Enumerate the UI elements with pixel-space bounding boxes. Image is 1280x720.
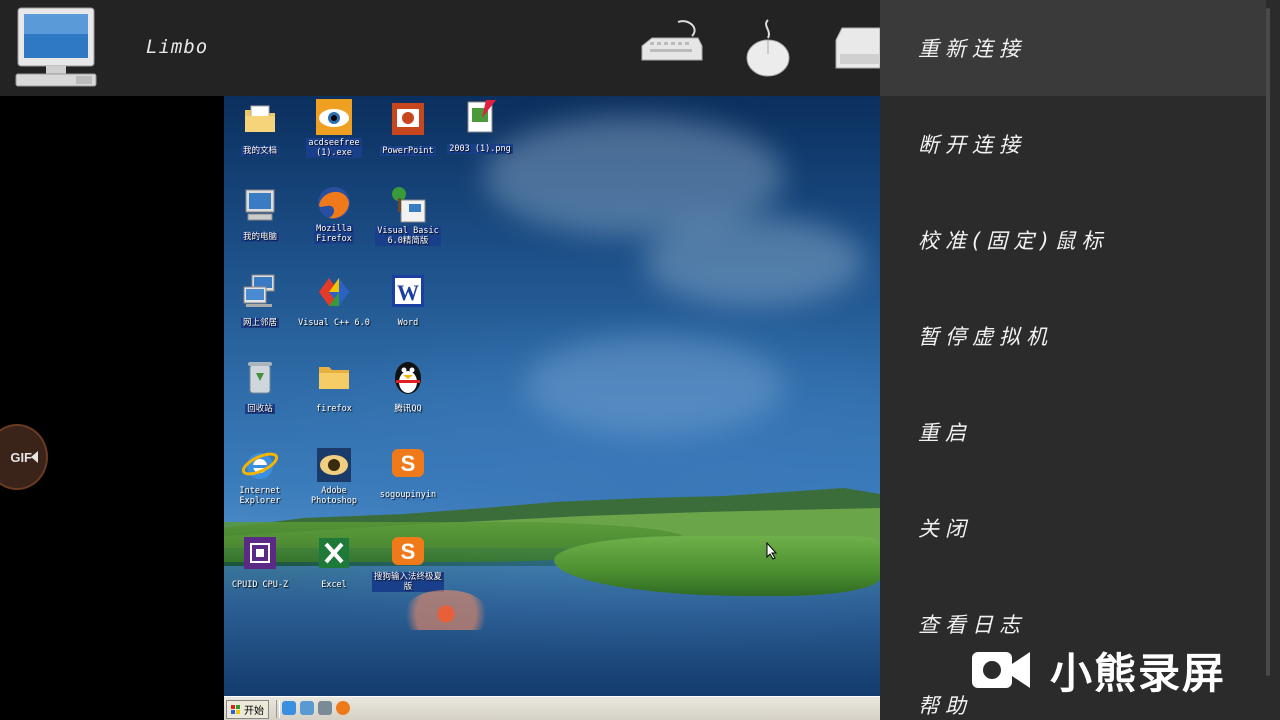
context-menu: 重新连接 断开连接 校准(固定)鼠标 暂停虚拟机 重启 关闭 查看日志 帮助	[880, 0, 1280, 720]
svg-text:S: S	[401, 451, 416, 476]
mouse-icon[interactable]	[742, 18, 794, 80]
desktop-icon-sogoupinyin[interactable]: S sogoupinyin	[370, 444, 446, 501]
gif-record-button[interactable]: GIF	[0, 424, 48, 490]
desktop-icon-network-places[interactable]: 网上邻居	[224, 272, 298, 329]
desktop-icon-visual-basic[interactable]: Visual Basic 6.0精简版	[370, 186, 446, 247]
desktop-icon-word[interactable]: W Word	[370, 272, 446, 329]
desktop-icon-my-computer[interactable]: 我的电脑	[224, 186, 298, 243]
desktop-icon-powerpoint[interactable]: PowerPoint	[370, 100, 446, 157]
image-file-icon	[467, 100, 496, 133]
camera-icon	[31, 451, 38, 463]
folder-icon	[245, 105, 275, 132]
menu-item-calibrate-mouse[interactable]: 校准(固定)鼠标	[880, 192, 1266, 288]
quicklaunch-ie-icon[interactable]	[282, 701, 296, 715]
app-title: Limbo	[146, 36, 209, 58]
desktop-icon-cpu-z[interactable]: CPUID CPU-Z	[224, 534, 298, 591]
quicklaunch-firefox-icon[interactable]	[336, 701, 350, 715]
desktop-icon-tencent-qq[interactable]: 腾讯QQ	[370, 358, 446, 415]
network-icon	[243, 274, 275, 307]
desktop-icon-png-file[interactable]: 2003 (1).png	[442, 98, 518, 155]
photoshop-eye-icon	[317, 448, 351, 482]
desktop-icon-recycle-bin[interactable]: 回收站	[224, 358, 298, 415]
start-label: 开始	[244, 706, 264, 717]
menu-item-pause-vm[interactable]: 暂停虚拟机	[880, 288, 1266, 384]
excel-icon	[319, 538, 349, 568]
computer-icon	[245, 189, 275, 221]
desktop-icon-firefox-folder[interactable]: firefox	[296, 358, 372, 415]
menu-scrollbar[interactable]	[1266, 8, 1270, 676]
menu-item-disconnect[interactable]: 断开连接	[880, 96, 1266, 192]
gif-label: GIF	[10, 449, 32, 465]
powerpoint-icon	[392, 103, 424, 135]
svg-text:W: W	[397, 280, 419, 305]
windows-logo-icon	[231, 704, 240, 714]
sogou-icon: S	[392, 537, 424, 565]
word-icon: W	[392, 275, 424, 307]
mouse-cursor-icon	[766, 542, 778, 560]
quicklaunch-desktop-icon[interactable]	[318, 701, 332, 715]
desktop-icon-acdsee[interactable]: acdseefree (1).exe	[296, 98, 372, 159]
menu-item-shutdown[interactable]: 关闭	[880, 480, 1266, 576]
internet-explorer-icon	[241, 452, 279, 479]
menu-item-restart[interactable]: 重启	[880, 384, 1266, 480]
recycle-bin-icon	[248, 362, 272, 394]
desktop-icon-mozilla-firefox[interactable]: Mozilla Firefox	[296, 184, 372, 245]
start-button[interactable]: 开始	[226, 700, 269, 719]
touch-indicator	[406, 590, 486, 630]
recorder-watermark: 小熊录屏	[970, 640, 1226, 700]
drive-icon[interactable]	[834, 24, 880, 72]
desktop-icon-my-documents[interactable]: 我的文档	[224, 100, 298, 157]
taskbar: 开始	[224, 696, 880, 720]
desktop-icon-internet-explorer[interactable]: Internet Explorer	[224, 446, 298, 507]
keyboard-icon[interactable]	[638, 18, 704, 64]
acdsee-eye-icon	[316, 99, 352, 135]
app-bar: Limbo	[0, 0, 880, 96]
taskbar-separator	[276, 700, 280, 718]
folder-icon	[319, 367, 349, 389]
sogou-icon: S	[392, 449, 424, 477]
cpu-z-icon	[244, 537, 276, 569]
menu-item-reconnect[interactable]: 重新连接	[880, 0, 1266, 96]
visual-basic-icon	[392, 187, 426, 223]
quicklaunch-media-icon[interactable]	[300, 701, 314, 715]
watermark-text: 小熊录屏	[1050, 648, 1227, 698]
desktop-icon-excel[interactable]: Excel	[296, 534, 372, 591]
qq-penguin-icon	[395, 362, 421, 394]
svg-text:S: S	[401, 539, 416, 564]
computer-logo-icon	[15, 7, 97, 87]
video-camera-icon	[972, 652, 1030, 688]
desktop-icon-sogou-input[interactable]: S 搜狗输入法终极夏 版	[370, 532, 446, 593]
visual-cpp-icon	[319, 278, 349, 306]
desktop-icon-visual-cpp[interactable]: Visual C++ 6.0	[296, 272, 372, 329]
firefox-icon	[318, 187, 350, 219]
vm-desktop[interactable]: 我的文档 我的电脑 网上邻居 回收站 Internet Explorer CPU…	[224, 96, 880, 720]
desktop-icon-adobe-photoshop[interactable]: Adobe Photoshop	[296, 446, 372, 507]
